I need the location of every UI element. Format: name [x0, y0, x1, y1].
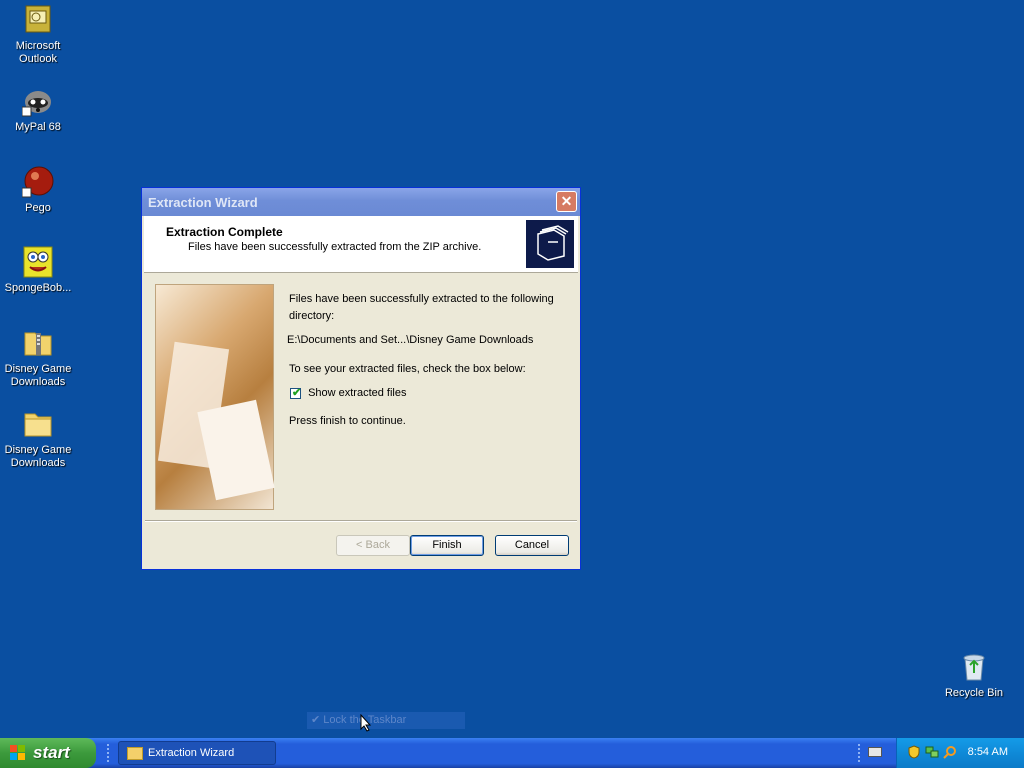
clock[interactable]: 8:54 AM: [968, 746, 1008, 758]
spongebob-icon: [22, 246, 54, 278]
folder-icon: [127, 747, 143, 760]
windows-logo-icon: [10, 745, 26, 761]
extracted-path: E:\Documents and Set...\Disney Game Down…: [287, 334, 534, 346]
system-tray: 8:54 AM: [896, 738, 1024, 768]
network-icon[interactable]: [925, 745, 939, 759]
taskbar-item-extraction-wizard[interactable]: Extraction Wizard: [118, 741, 276, 765]
checkbox-label[interactable]: Show extracted files: [308, 387, 406, 399]
security-shield-icon[interactable]: [907, 745, 921, 759]
finish-button[interactable]: Finish: [410, 535, 484, 556]
desktop-icon-label: Recycle Bin: [944, 687, 1004, 699]
taskbar: start Extraction Wizard 8:54 AM: [0, 738, 1024, 768]
wizard-side-image: [155, 284, 275, 510]
extraction-wizard-dialog: Extraction Wizard ✕ Extraction Complete …: [141, 187, 581, 570]
check-icon: ✔: [311, 714, 321, 726]
desktop-icon-label: Pego: [25, 202, 51, 214]
close-button[interactable]: ✕: [556, 191, 577, 212]
instruction-text: To see your extracted files, check the b…: [289, 363, 526, 375]
message-line: directory:: [289, 310, 335, 322]
toolbar-grip[interactable]: [107, 744, 112, 762]
desktop-icon-disney-zip[interactable]: Disney Game Downloads: [0, 327, 76, 389]
desktop-icon-label: MyPal 68: [15, 121, 61, 133]
desktop-icon-spongebob[interactable]: SpongeBob...: [0, 246, 76, 295]
mouse-cursor-icon: [360, 713, 372, 732]
window-title: Extraction Wizard: [148, 195, 258, 210]
message-line: Files have been successfully extracted t…: [289, 293, 554, 305]
search-icon[interactable]: [943, 745, 957, 759]
desktop-icon-label: SpongeBob...: [4, 282, 72, 294]
header-subtitle: Files have been successfully extracted f…: [188, 241, 482, 253]
task-label: Extraction Wizard: [148, 747, 235, 759]
check-icon: ✔: [292, 386, 302, 399]
desktop-icon-mypal[interactable]: MyPal 68: [0, 85, 76, 134]
file-cabinet-icon: [526, 220, 574, 268]
show-extracted-files-checkbox[interactable]: ✔: [290, 386, 302, 399]
desktop-icon-label: Disney Game: [4, 363, 72, 375]
title-bar[interactable]: Extraction Wizard ✕: [142, 188, 580, 216]
start-label: start: [33, 743, 70, 762]
header-title: Extraction Complete: [166, 225, 283, 239]
pego-ball-icon: [21, 166, 54, 198]
desktop-icon-disney-folder[interactable]: Disney Game Downloads: [0, 408, 76, 470]
desktop-icon-outlook[interactable]: Microsoft Outlook: [0, 4, 76, 66]
zip-folder-icon: [22, 327, 54, 359]
back-button[interactable]: < Back: [336, 535, 410, 556]
show-files-row[interactable]: ✔ Show extracted files: [290, 387, 407, 401]
mypal-raccoon-icon: [21, 85, 54, 117]
folder-icon: [22, 408, 54, 440]
outlook-icon: [22, 4, 54, 36]
desktop-icon-label: Microsoft: [15, 40, 61, 52]
desktop-icon-label: Outlook: [19, 53, 57, 65]
cancel-button[interactable]: Cancel: [495, 535, 569, 556]
keyboard-icon[interactable]: [868, 747, 882, 757]
desktop-icon-label: Disney Game: [4, 444, 72, 456]
continue-text: Press finish to continue.: [289, 415, 406, 427]
wizard-message: Files have been successfully extracted t…: [287, 292, 559, 377]
toolbar-grip[interactable]: [858, 744, 863, 762]
lock-taskbar-ghost: ✔ Lock the Taskbar: [307, 712, 465, 729]
start-button[interactable]: start: [0, 738, 96, 768]
recycle-bin-icon: [958, 651, 990, 683]
close-icon: ✕: [560, 193, 573, 209]
desktop-icon-label: Downloads: [10, 457, 66, 469]
divider: [145, 520, 577, 522]
continue-block: Press finish to continue.: [289, 414, 559, 429]
desktop-icon-recycle-bin[interactable]: Recycle Bin: [936, 651, 1012, 700]
desktop-icon-label: Downloads: [10, 376, 66, 388]
wizard-header: Extraction Complete Files have been succ…: [144, 216, 578, 273]
desktop-icon-pego[interactable]: Pego: [0, 166, 76, 215]
